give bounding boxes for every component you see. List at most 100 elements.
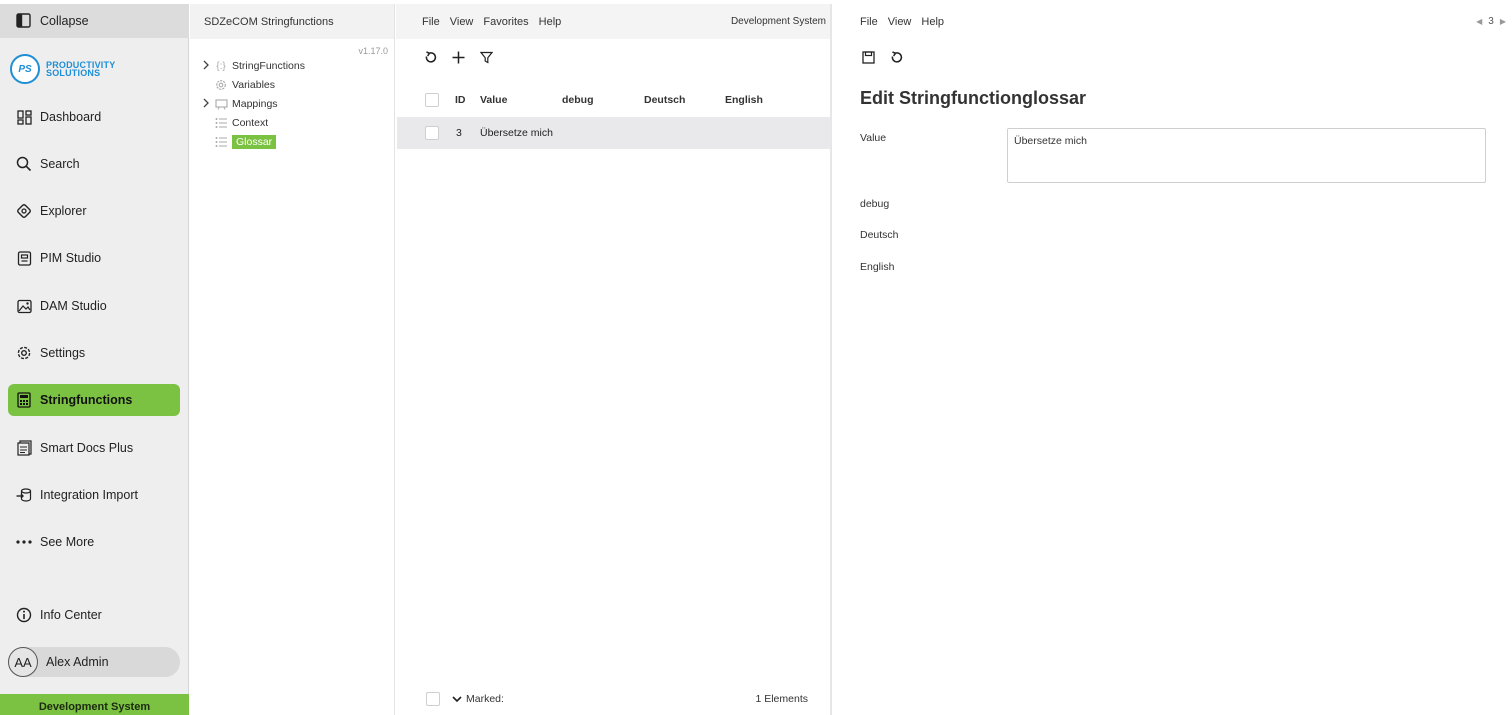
menu-file[interactable]: File: [422, 16, 440, 28]
tree-node-context[interactable]: Context: [202, 114, 268, 132]
tree-node-glossar[interactable]: Glossar: [202, 133, 277, 151]
detail-toolbar: [834, 39, 1512, 75]
sidebar-item-smart-docs-plus[interactable]: Smart Docs Plus: [8, 432, 180, 464]
navigation-tree-panel: SDZeCOM Stringfunctions v1.17.0 {:} Stri…: [190, 4, 395, 715]
menu-file[interactable]: File: [860, 16, 878, 28]
tree-node-label: StringFunctions: [232, 60, 305, 72]
info-center-label: Info Center: [40, 608, 102, 622]
menu-view[interactable]: View: [888, 16, 912, 28]
list-toolbar: [396, 39, 830, 75]
save-icon: [861, 50, 875, 64]
row-id: 3: [456, 127, 462, 139]
sidebar-item-label: Dashboard: [40, 110, 102, 124]
sidebar-item-dashboard[interactable]: Dashboard: [8, 101, 180, 133]
row-value: Übersetze mich: [480, 127, 553, 139]
element-count: 1 Elements: [755, 693, 808, 705]
english-label: English: [860, 261, 895, 273]
add-button[interactable]: [450, 49, 466, 65]
marked-label: Marked:: [466, 693, 504, 705]
marked-dropdown[interactable]: Marked:: [452, 693, 504, 705]
value-textarea[interactable]: Übersetze mich: [1007, 128, 1486, 183]
user-name: Alex Admin: [46, 655, 109, 669]
collapse-button[interactable]: Collapse: [0, 4, 189, 38]
save-button[interactable]: [860, 49, 876, 65]
environment-label: Development System: [730, 16, 826, 27]
pim-icon: [16, 250, 32, 266]
sidebar-item-info-center[interactable]: Info Center: [8, 599, 180, 631]
debug-label: debug: [860, 198, 890, 210]
tree-node-variables[interactable]: Variables: [202, 76, 275, 94]
tree-node-mappings[interactable]: Mappings: [202, 95, 278, 113]
list-icon: [214, 136, 228, 148]
avatar: AA: [8, 647, 38, 677]
dashboard-icon: [16, 109, 32, 125]
table-header: ID Value debug Deutsch English: [396, 90, 832, 110]
refresh-icon: [891, 50, 902, 63]
tree-node-label: Context: [232, 117, 269, 129]
gear-icon: [16, 345, 32, 361]
refresh-button[interactable]: [422, 49, 438, 65]
sidebar-item-integration-import[interactable]: Integration Import: [8, 479, 180, 511]
sidebar-item-pim-studio[interactable]: PIM Studio: [8, 242, 180, 274]
sidebar-item-label: Smart Docs Plus: [40, 441, 134, 455]
tree-node-label: Mappings: [232, 98, 278, 110]
gear-icon: [214, 79, 228, 91]
productivity-solutions-logo: PS PRODUCTIVITY SOLUTIONS: [10, 54, 115, 84]
more-icon: [16, 534, 32, 550]
select-all-checkbox[interactable]: [425, 93, 439, 107]
mapping-icon: [214, 98, 228, 110]
plus-icon: [452, 51, 464, 63]
glossar-list-panel: File View Favorites Help Development Sys…: [396, 4, 832, 715]
row-checkbox[interactable]: [425, 126, 439, 140]
sidebar-item-label: Stringfunctions: [40, 393, 133, 407]
deutsch-label: Deutsch: [860, 229, 899, 241]
sidebar-item-see-more[interactable]: See More: [8, 526, 180, 558]
column-debug[interactable]: debug: [562, 94, 594, 106]
sidebar-item-explorer[interactable]: Explorer: [8, 195, 180, 227]
environment-badge: Development System: [0, 694, 189, 715]
logo-mark: PS: [10, 54, 40, 84]
page-title: Edit Stringfunctionglossar: [860, 88, 1087, 108]
braces-icon: {:}: [216, 60, 226, 72]
sidebar-item-search[interactable]: Search: [8, 148, 180, 180]
image-icon: [16, 298, 32, 314]
user-menu[interactable]: AA Alex Admin: [8, 647, 180, 677]
column-english[interactable]: English: [725, 94, 763, 106]
sidebar-item-label: Explorer: [40, 204, 87, 218]
collapse-label: Collapse: [40, 14, 89, 28]
tree-node-label: Glossar: [232, 135, 277, 149]
version-label: v1.17.0: [358, 46, 388, 56]
refresh-icon: [425, 50, 436, 63]
next-arrow-icon[interactable]: ▶: [1500, 17, 1506, 26]
marked-checkbox[interactable]: [426, 692, 440, 706]
menu-view[interactable]: View: [450, 16, 474, 28]
sidebar-item-settings[interactable]: Settings: [8, 337, 180, 369]
list-menubar: File View Favorites Help Development Sys…: [396, 4, 830, 39]
list-icon: [214, 117, 228, 129]
menu-favorites[interactable]: Favorites: [483, 16, 528, 28]
column-deutsch[interactable]: Deutsch: [644, 94, 685, 106]
sidebar-item-label: PIM Studio: [40, 251, 102, 265]
explorer-icon: [16, 203, 32, 219]
chevron-right-icon[interactable]: [202, 98, 214, 111]
sidebar-item-stringfunctions[interactable]: Stringfunctions: [8, 384, 180, 416]
column-id[interactable]: ID: [455, 94, 466, 106]
chevron-down-icon: [452, 695, 462, 702]
sidebar-item-label: Integration Import: [40, 488, 138, 502]
calculator-icon: [16, 392, 32, 408]
list-footer: Marked: 1 Elements: [396, 689, 832, 709]
table-row[interactable]: 3 Übersetze mich: [397, 117, 831, 149]
tree-node-label: Variables: [232, 79, 275, 91]
menu-help[interactable]: Help: [539, 16, 562, 28]
reset-button[interactable]: [888, 49, 904, 65]
tree-node-stringfunctions[interactable]: {:} StringFunctions: [202, 57, 305, 75]
sidebar-item-label: Search: [40, 157, 80, 171]
filter-button[interactable]: [478, 49, 494, 65]
menu-help[interactable]: Help: [921, 16, 944, 28]
previous-arrow-icon[interactable]: ◀: [1476, 17, 1482, 26]
chevron-right-icon[interactable]: [202, 60, 214, 73]
sidebar-item-dam-studio[interactable]: DAM Studio: [8, 290, 180, 322]
detail-menubar: File View Help ◀ 3 ▶: [834, 4, 1512, 39]
sidebar-item-label: Settings: [40, 346, 86, 360]
column-value[interactable]: Value: [480, 94, 507, 106]
